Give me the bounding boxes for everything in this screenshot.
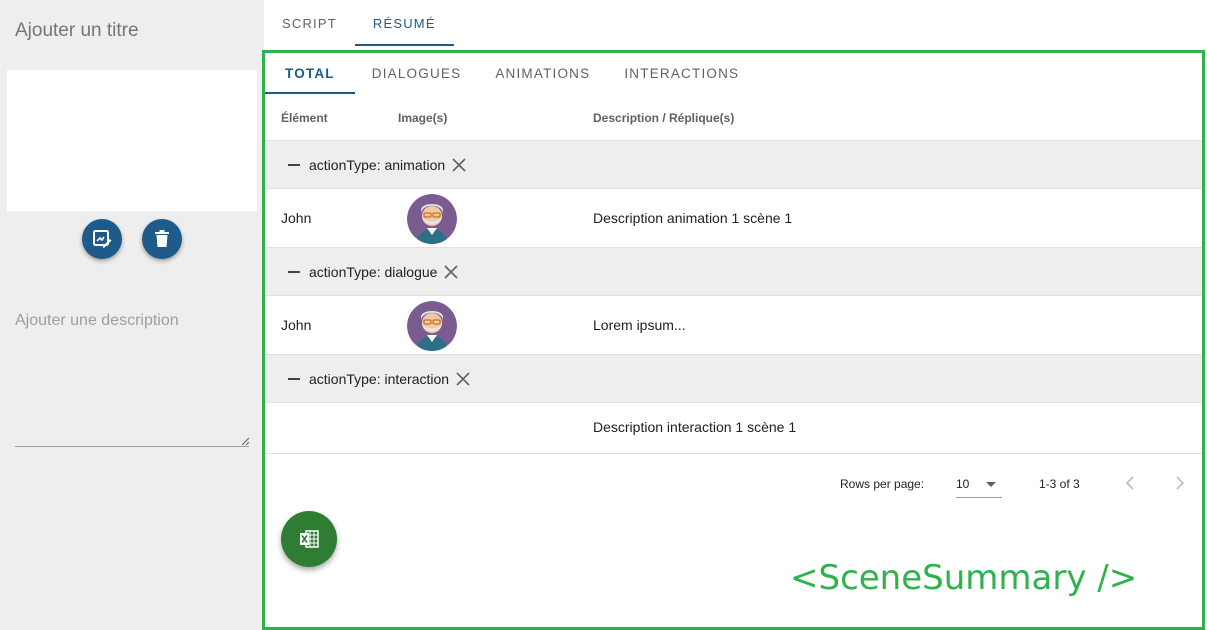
- cell-description: Description interaction 1 scène 1: [593, 419, 797, 435]
- group-row-interaction: actionType: interaction: [265, 355, 1202, 403]
- image-placeholder[interactable]: [7, 70, 257, 211]
- group-label: actionType: interaction: [309, 370, 450, 387]
- avatar: [407, 194, 457, 244]
- component-annotation-label: <SceneSummary />: [790, 558, 1138, 598]
- tab-resume[interactable]: RÉSUMÉ: [354, 0, 454, 47]
- trash-icon: [155, 230, 169, 247]
- cell-description: Description animation 1 scène 1: [593, 210, 793, 226]
- minus-icon[interactable]: [288, 270, 300, 273]
- next-page-button[interactable]: [1171, 474, 1189, 492]
- tab-animations[interactable]: ANIMATIONS: [478, 53, 607, 94]
- minus-icon[interactable]: [288, 163, 300, 166]
- table-row[interactable]: John Lorem ipsum...: [265, 296, 1202, 355]
- table-row[interactable]: John Description animation 1 scène 1: [265, 189, 1202, 248]
- close-icon[interactable]: [451, 157, 467, 173]
- pagination-range: 1-3 of 3: [1039, 477, 1080, 491]
- column-header-images[interactable]: Image(s): [398, 111, 447, 125]
- cell-element: John: [281, 210, 312, 226]
- close-icon[interactable]: [443, 264, 459, 280]
- chevron-right-icon: [1176, 476, 1185, 490]
- resize-grip-icon[interactable]: [241, 437, 249, 445]
- tab-dialogues[interactable]: DIALOGUES: [355, 53, 479, 94]
- group-label: actionType: dialogue: [309, 263, 438, 280]
- excel-icon: [300, 530, 319, 548]
- tab-total[interactable]: TOTAL: [265, 53, 355, 94]
- cell-element: John: [281, 317, 312, 333]
- top-tabs: SCRIPT RÉSUMÉ: [264, 0, 1207, 47]
- close-icon[interactable]: [455, 371, 471, 387]
- table-header: Élément Image(s) Description / Réplique(…: [265, 94, 1202, 141]
- group-row-dialogue: actionType: dialogue: [265, 248, 1202, 296]
- prev-page-button[interactable]: [1121, 474, 1139, 492]
- table-pagination: Rows per page: 10 1-3 of 3: [265, 454, 1202, 512]
- export-excel-button[interactable]: [281, 511, 337, 567]
- edit-image-icon: [93, 230, 112, 248]
- rows-per-page-value: 10: [956, 477, 970, 491]
- column-header-description[interactable]: Description / Réplique(s): [593, 111, 734, 125]
- cell-description: Lorem ipsum...: [593, 317, 686, 333]
- chevron-left-icon: [1125, 476, 1134, 490]
- tab-interactions[interactable]: INTERACTIONS: [607, 53, 756, 94]
- column-header-element[interactable]: Élément: [281, 111, 328, 125]
- minus-icon[interactable]: [288, 377, 300, 380]
- title-input[interactable]: Ajouter un titre: [15, 20, 139, 42]
- avatar: [407, 301, 457, 351]
- group-label: actionType: animation: [309, 156, 446, 173]
- left-panel: Ajouter un titre Ajouter une description: [0, 0, 264, 630]
- rows-per-page-select[interactable]: 10: [956, 476, 1002, 498]
- edit-image-button[interactable]: [82, 219, 122, 259]
- description-placeholder: Ajouter une description: [15, 312, 179, 329]
- summary-tabs: TOTAL DIALOGUES ANIMATIONS INTERACTIONS: [265, 53, 756, 94]
- group-row-animation: actionType: animation: [265, 141, 1202, 189]
- scene-summary: TOTAL DIALOGUES ANIMATIONS INTERACTIONS …: [262, 50, 1205, 630]
- delete-button[interactable]: [142, 219, 182, 259]
- rows-per-page-label: Rows per page:: [840, 477, 925, 491]
- description-input[interactable]: Ajouter une description: [15, 312, 249, 447]
- tab-script[interactable]: SCRIPT: [264, 0, 355, 47]
- caret-down-icon: [986, 482, 996, 487]
- table-row[interactable]: Description interaction 1 scène 1: [265, 403, 1202, 454]
